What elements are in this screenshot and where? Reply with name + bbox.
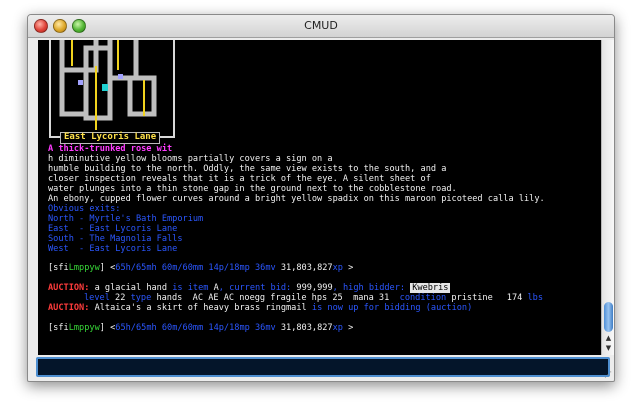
prompt-stats: 65h/65mh 60m/60mm 14p/18mp 36mv <box>115 323 281 333</box>
scroll-up-arrow-icon[interactable]: ▲ <box>604 333 613 343</box>
auction-label: level <box>84 293 116 303</box>
room-desc-line: An ebony, cupped flower curves around a … <box>48 194 545 204</box>
scrollbar-thumb[interactable] <box>604 302 613 332</box>
prompt-flags: Lmppyw <box>68 263 100 273</box>
title-bar: CMUD <box>28 15 614 38</box>
auction-bidder: Kwebris <box>410 283 451 293</box>
auction-item: a glacial hand <box>89 283 173 293</box>
prompt-open: [sfi <box>48 323 69 333</box>
prompt-exp: 31,803,827 <box>280 323 333 333</box>
exit-west: West - East Lycoris Lane <box>48 244 178 254</box>
prompt-close: ] < <box>99 323 116 333</box>
prompt-exp-unit: xp <box>332 323 349 333</box>
auction-item: Altaica's a skirt of heavy brass ringmai… <box>89 303 312 313</box>
prompt-open: [sfi <box>48 263 69 273</box>
auction-label: is item <box>172 283 214 293</box>
prompt-end: > <box>348 323 354 333</box>
auction-line: AUCTION: Altaica's a skirt of heavy bras… <box>48 303 473 314</box>
app-window: CMUD East Lycoris Lane A thick-trunked r… <box>27 14 615 382</box>
terminal-output: East Lycoris Lane A thick-trunked rose w… <box>38 40 601 355</box>
terminal-scrollbar[interactable]: ▲ ▼ <box>601 40 614 355</box>
status-prompt: [sfiLmppyw] <65h/65mh 60m/60mm 14p/18mp … <box>48 323 354 334</box>
auction-level: 22 <box>115 293 126 303</box>
auction-condition: pristine <box>451 293 493 303</box>
auction-tag: AUCTION: <box>48 283 90 293</box>
room-map <box>49 40 175 138</box>
map-location-label: East Lycoris Lane <box>60 132 161 144</box>
prompt-close: ] < <box>99 263 116 273</box>
prompt-exp: 31,803,827 <box>280 263 333 273</box>
prompt-exp-unit: xp <box>332 263 349 273</box>
resize-grip-icon[interactable]: ⋰ <box>604 370 612 379</box>
command-input[interactable] <box>36 357 610 377</box>
player-marker <box>102 84 108 91</box>
prompt-flags: Lmppyw <box>68 323 100 333</box>
auction-label: , current bid: <box>218 283 297 293</box>
auction-tag: AUCTION: <box>48 303 90 313</box>
auction-label: lbs <box>522 293 544 303</box>
auction-label: condition <box>394 293 452 303</box>
window-title: CMUD <box>304 19 338 32</box>
auction-weight: 174 <box>506 293 523 303</box>
scroll-down-arrow-icon[interactable]: ▼ <box>604 343 613 353</box>
auction-status: is now up for bidding (auction) <box>311 303 473 313</box>
prompt-stats: 65h/65mh 60m/60mm 14p/18mp 36mv <box>115 263 281 273</box>
prompt-end: > <box>348 263 354 273</box>
auction-type: hands <box>156 293 183 303</box>
auction-label: , high bidder: <box>332 283 411 293</box>
auction-label: type <box>125 293 157 303</box>
auction-stats: AC AE AC noegg fragile hps 25 mana 31 <box>182 293 395 303</box>
status-prompt: [sfiLmppyw] <65h/65mh 60m/60mm 14p/18mp … <box>48 263 354 274</box>
auction-bid: 999,999 <box>296 283 333 293</box>
